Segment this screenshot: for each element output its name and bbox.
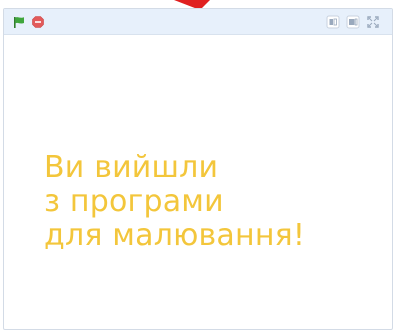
small-stage-icon[interactable] — [326, 15, 340, 29]
stage-message-line-1: Ви вийшли — [44, 150, 219, 185]
stage-message: Ви вийшли з програми для малювання! — [44, 151, 305, 253]
stage-canvas[interactable]: Ви вийшли з програми для малювання! — [4, 35, 392, 329]
normal-stage-icon[interactable] — [346, 15, 360, 29]
fullscreen-icon[interactable] — [366, 15, 380, 29]
stage-toolbar — [4, 9, 392, 35]
stage-message-line-2: з програми — [44, 184, 224, 219]
stage-message-line-3: для малювання! — [44, 218, 306, 253]
stage-window: Ви вийшли з програми для малювання! — [3, 8, 393, 330]
stop-icon[interactable] — [31, 15, 45, 29]
green-flag-icon[interactable] — [12, 15, 26, 29]
